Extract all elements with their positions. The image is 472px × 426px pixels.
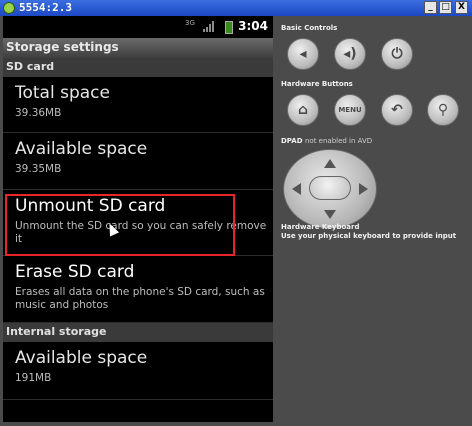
list-item-internal-available-space[interactable]: Available space 191MB (3, 342, 273, 400)
dpad-control[interactable] (283, 149, 377, 229)
list-item-erase-sd-card[interactable]: Erase SD card Erases all data on the pho… (3, 256, 273, 323)
item-subtitle: 39.35MB (15, 163, 62, 175)
item-subtitle: 39.36MB (15, 107, 62, 119)
dpad-center-button[interactable] (309, 176, 351, 200)
emulator-controls-panel: Basic Controls ◂ ◂) ⏻ Hardware Buttons ⌂… (277, 16, 472, 422)
section-header-sd-card: SD card (3, 58, 273, 77)
highlight-box (5, 194, 235, 256)
dpad-down-icon[interactable] (324, 210, 336, 219)
list-item-available-space[interactable]: Available space 39.35MB (3, 133, 273, 190)
volume-up-icon[interactable]: ◂) (334, 38, 366, 70)
item-title: Available space (15, 348, 148, 368)
basic-controls-label: Basic Controls (281, 24, 338, 32)
item-title: Erase SD card (15, 262, 135, 282)
dpad-label: DPAD not enabled in AVD (281, 137, 373, 145)
item-subtitle: 191MB (15, 372, 52, 384)
close-button[interactable]: X (455, 1, 468, 14)
hardware-keyboard-label: Hardware Keyboard (281, 223, 360, 231)
item-subtitle: Erases all data on the phone's SD card, … (15, 286, 265, 311)
dpad-right-icon[interactable] (359, 183, 368, 195)
home-icon[interactable]: ⌂ (287, 94, 319, 126)
network-type-indicator: 3G (185, 19, 195, 27)
dpad-left-icon[interactable] (292, 183, 301, 195)
status-bar: 3G 3:04 (3, 16, 273, 38)
hardware-keyboard-note: Use your physical keyboard to provide in… (281, 232, 457, 240)
dpad-note: not enabled in AVD (304, 137, 373, 145)
volume-down-icon[interactable]: ◂ (287, 38, 319, 70)
hardware-buttons-label: Hardware Buttons (281, 80, 353, 88)
maximize-button[interactable]: □ (439, 1, 452, 14)
list-item-total-space[interactable]: Total space 39.36MB (3, 77, 273, 133)
android-icon (3, 2, 15, 14)
item-title: Available space (15, 139, 148, 159)
app-title-bar: Storage settings (3, 38, 273, 58)
back-icon[interactable]: ↶ (381, 94, 413, 126)
minimize-button[interactable]: _ (424, 1, 437, 14)
battery-icon (225, 21, 233, 34)
dpad-up-icon[interactable] (324, 159, 336, 168)
section-header-internal-storage: Internal storage (3, 323, 273, 342)
item-title: Total space (15, 83, 110, 103)
power-icon[interactable]: ⏻ (381, 38, 413, 70)
page-title: Storage settings (6, 40, 119, 54)
status-time: 3:04 (238, 19, 268, 33)
window-title: 5554:2.3 (19, 1, 72, 14)
search-icon[interactable]: ⚲ (427, 94, 459, 126)
signal-icon (203, 21, 214, 32)
menu-button[interactable]: MENU (334, 94, 366, 126)
window-titlebar: 5554:2.3 _ □ X (0, 0, 472, 16)
